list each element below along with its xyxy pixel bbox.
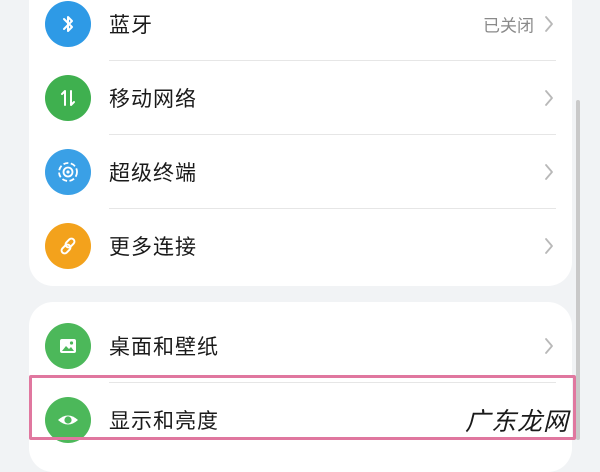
link-icon: [45, 223, 91, 269]
connections-card: 蓝牙 已关闭 移动网络 超级终端 更多连接: [29, 0, 572, 286]
settings-item-mobile-network[interactable]: 移动网络: [29, 61, 572, 135]
settings-item-bluetooth[interactable]: 蓝牙 已关闭: [29, 0, 572, 61]
settings-item-label: 蓝牙: [109, 13, 153, 37]
settings-item-label: 超级终端: [109, 161, 197, 185]
settings-item-wallpaper[interactable]: 桌面和壁纸: [29, 309, 572, 383]
scrollbar[interactable]: [576, 100, 580, 440]
chevron-right-icon: [544, 237, 554, 255]
wallpaper-icon: [45, 323, 91, 369]
bluetooth-icon: [45, 1, 91, 47]
mobile-network-icon: [45, 75, 91, 121]
settings-item-label: 移动网络: [109, 87, 197, 111]
settings-item-more-connections[interactable]: 更多连接: [29, 209, 572, 283]
chevron-right-icon: [544, 163, 554, 181]
settings-item-super-device[interactable]: 超级终端: [29, 135, 572, 209]
chevron-right-icon: [544, 89, 554, 107]
super-device-icon: [45, 149, 91, 195]
settings-item-label: 更多连接: [109, 235, 197, 259]
chevron-right-icon: [544, 337, 554, 355]
settings-item-label: 桌面和壁纸: [109, 335, 219, 359]
chevron-right-icon: [544, 15, 554, 33]
bluetooth-status: 已关闭: [483, 16, 534, 37]
watermark: 广东龙网: [465, 407, 570, 436]
